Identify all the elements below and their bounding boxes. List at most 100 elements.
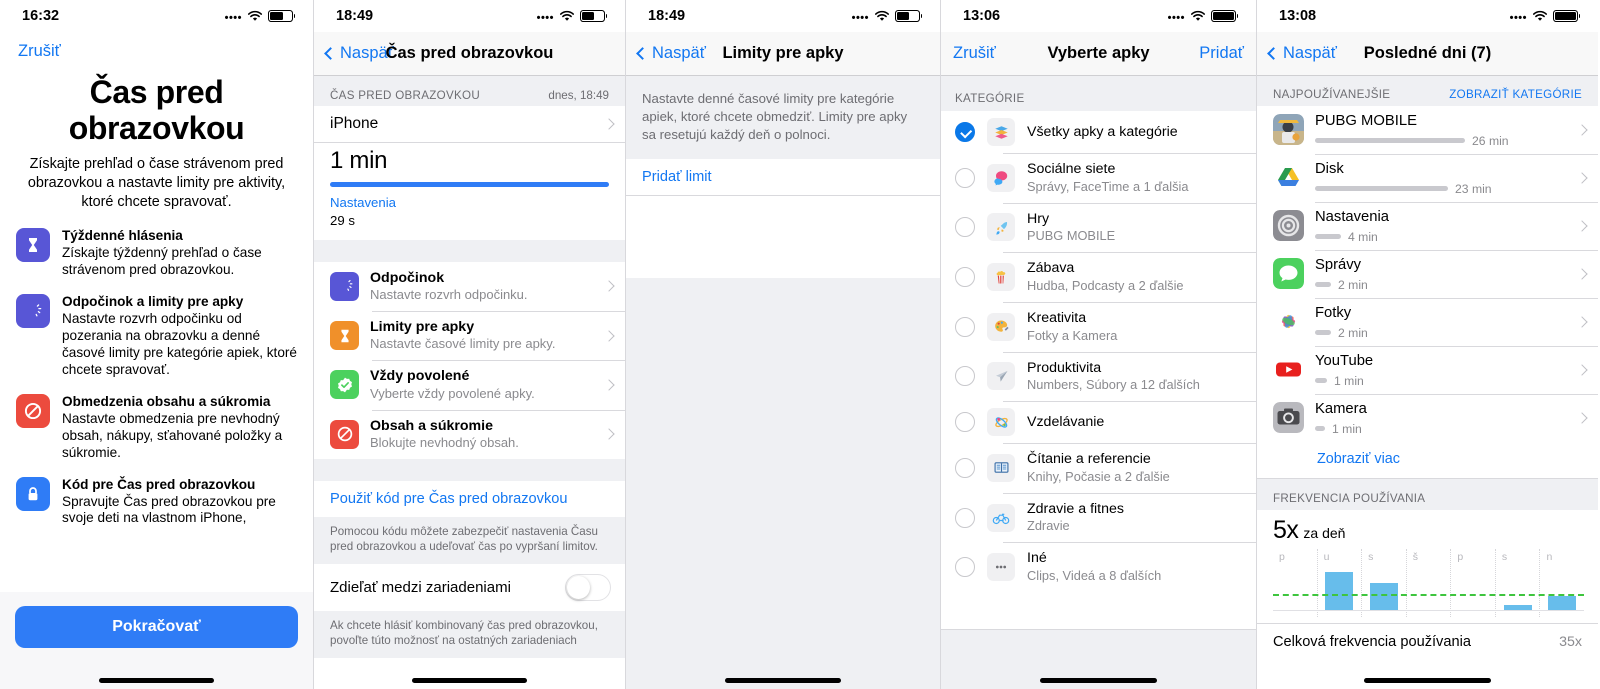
category-row-all[interactable]: Všetky apky a kategórie [941,111,1256,153]
phone-screen-app-limits: 18:49 •••• Naspäť Limity pre apky Nastav… [625,0,940,689]
frequency-summary: 5x za deň [1257,510,1598,545]
total-frequency-value: 35x [1559,633,1582,650]
add-limit-button[interactable]: Pridať limit [626,159,940,197]
category-name: Zdravie a fitnes [1027,500,1124,517]
device-row-iphone[interactable]: iPhone [314,106,625,142]
checkbox-icon[interactable] [955,507,975,528]
back-button[interactable]: Naspäť [324,44,394,63]
ellipsis-icon [987,553,1015,582]
list-item-app-limits[interactable]: Limity pre apky Nastavte časové limity p… [314,310,625,361]
cancel-button[interactable]: Zrušiť [16,32,63,65]
share-note: Ak chcete hlásiť kombinovaný čas pred ob… [314,610,625,658]
checkbox-icon[interactable] [955,412,975,433]
check-badge-icon [330,370,359,400]
category-row-reading[interactable]: Čítanie a referencie Knihy, Počasie a 2 … [941,443,1256,493]
app-row-settings[interactable]: Nastavenia 4 min [1257,201,1598,250]
checkbox-icon[interactable] [955,316,975,337]
category-row-education[interactable]: Vzdelávanie [941,401,1256,444]
battery-icon [580,10,608,22]
app-name: Disk [1315,160,1344,177]
home-indicator[interactable] [1257,678,1598,683]
usage-app-name: Nastavenia [330,195,396,210]
wifi-icon [1190,10,1206,22]
app-time: 2 min [1338,277,1368,292]
app-row-pubg[interactable]: PUBG MOBILE 26 min [1257,106,1598,154]
feature-title: Kód pre Čas pred obrazovkou [62,476,256,492]
checkbox-icon[interactable] [955,457,975,478]
show-more-button[interactable]: Zobraziť viac [1257,441,1598,478]
frequency-unit: za deň [1303,524,1346,541]
category-name: Všetky apky a kategórie [1027,123,1178,140]
feature-item-weekly-reports: Týždenné hlásenia Získajte týždenný preh… [16,227,297,279]
app-row-messages[interactable]: Správy 2 min [1257,249,1598,298]
back-button[interactable]: Naspäť [636,44,706,63]
app-row-photos[interactable]: Fotky 2 min [1257,297,1598,346]
photos-icon [1273,306,1304,338]
category-row-games[interactable]: Hry PUBG MOBILE [941,202,1256,253]
category-row-other[interactable]: Iné Clips, Videá a 8 ďalších [941,542,1256,592]
chart-bar [1370,582,1398,611]
app-time: 4 min [1348,229,1378,244]
signal-dots-icon: •••• [224,11,242,24]
chart-column: p [1451,548,1496,617]
continue-button[interactable]: Pokračovať [15,606,298,648]
chart-average-line [1273,593,1584,596]
home-indicator[interactable] [314,678,625,683]
app-row-youtube[interactable]: YouTube 1 min [1257,345,1598,394]
wifi-icon [1532,10,1548,22]
add-button[interactable]: Pridať [1199,44,1244,63]
share-toggle-label: Zdieľať medzi zariadeniami [330,578,511,596]
back-button[interactable]: Naspäť [1267,44,1337,63]
feature-desc: Nastavte obmedzenia pre nevhodný obsah, … [62,410,283,460]
app-time: 23 min [1455,181,1492,196]
checkbox-icon[interactable] [955,167,975,188]
total-frequency-row: Celková frekvencia používania 35x [1257,622,1598,659]
back-label: Naspäť [1283,44,1337,62]
chart-column: n [1540,549,1584,617]
checkbox-selected-icon[interactable] [955,122,975,142]
status-bar: 18:49 •••• [626,0,940,32]
checkbox-icon[interactable] [955,557,975,578]
chart-tick-label: n [1546,550,1553,563]
share-across-devices-row[interactable]: Zdieľať medzi zariadeniami [314,563,625,611]
category-name: Hry [1027,210,1050,227]
home-indicator[interactable] [0,678,313,683]
chevron-right-icon [1576,316,1588,328]
show-categories-button[interactable]: ZOBRAZIŤ KATEGÓRIE [1449,88,1582,101]
home-indicator[interactable] [941,678,1256,683]
category-row-health[interactable]: Zdravie a fitnes Zdravie [941,492,1256,543]
checkbox-icon[interactable] [955,217,975,238]
group-header-label: ČAS PRED OBRAZOVKOU [330,89,481,102]
cancel-button[interactable]: Zrušiť [953,44,996,63]
camera-icon [1273,402,1304,434]
use-passcode-button[interactable]: Použiť kód pre Čas pred obrazovkou [314,481,625,517]
phone-screen-screentime: 18:49 •••• Naspäť Čas pred obrazovkou ČA… [313,0,625,689]
cta-container: Pokračovať [0,592,313,689]
list-item-desc: Nastavte časové limity pre apky. [370,336,556,352]
list-item-downtime[interactable]: Odpočinok Nastavte rozvrh odpočinku. [314,261,625,311]
app-name: Správy [1315,256,1362,273]
checkbox-icon[interactable] [955,366,975,387]
palette-icon [987,312,1015,341]
category-row-entertainment[interactable]: Zábava Hudba, Podcasty a 2 ďalšie [941,252,1256,302]
frequency-chart-section: 5x za deň p u s š p s n Celková frekvenc… [1257,509,1598,659]
app-row-camera[interactable]: Kamera 1 min [1257,393,1598,442]
chevron-left-icon [1267,47,1280,60]
hourglass-icon [16,227,50,262]
social-icon [987,163,1015,192]
chevron-right-icon [1576,220,1588,232]
checkbox-icon[interactable] [955,267,975,288]
home-indicator[interactable] [626,678,940,683]
status-bar: 16:32 •••• [0,0,313,32]
category-sub: Knihy, Počasie a 2 ďalšie [1027,468,1170,484]
app-row-drive[interactable]: Disk 23 min [1257,153,1598,202]
list-item-always-allowed[interactable]: Vždy povolené Vyberte vždy povolené apky… [314,360,625,410]
category-row-social[interactable]: Sociálne siete Správy, FaceTime a 1 ďalš… [941,153,1256,203]
category-row-productivity[interactable]: Produktivita Numbers, Súbory a 12 ďalšíc… [941,351,1256,402]
category-row-creativity[interactable]: Kreativita Fotky a Kamera [941,301,1256,352]
share-toggle[interactable] [565,573,611,601]
drive-icon [1273,162,1304,194]
category-sub: Zdravie [1027,518,1070,534]
list-item-content-privacy[interactable]: Obsah a súkromie Blokujte nevhodný obsah… [314,409,625,459]
nav-bar: Zrušiť Vyberte apky Pridať [941,32,1256,76]
